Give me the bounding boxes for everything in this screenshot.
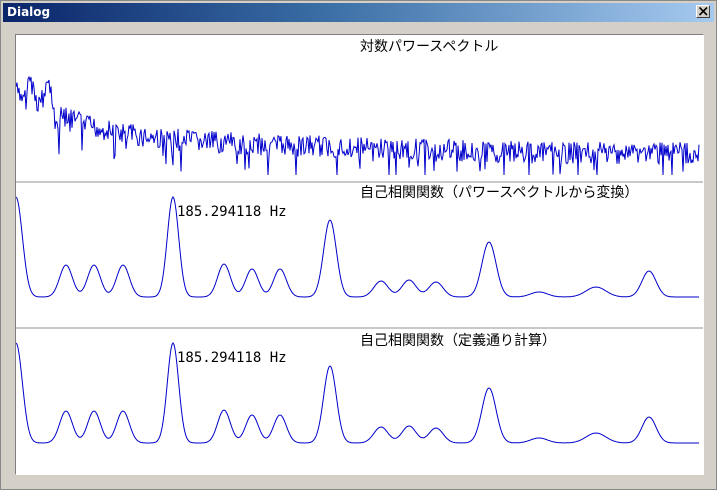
autocorr-fft-line <box>16 196 699 298</box>
title-bar[interactable]: Dialog <box>3 3 714 22</box>
autocorr-fft-plot <box>16 196 699 298</box>
window-title: Dialog <box>7 5 51 19</box>
close-button[interactable] <box>696 5 710 18</box>
log-power-spectrum-plot <box>16 75 700 176</box>
plot-area: 対数パワースペクトル 自己相関関数（パワースペクトルから変換） 185.2941… <box>15 34 704 475</box>
autocorr-direct-plot <box>16 342 699 444</box>
close-icon <box>699 7 708 16</box>
dialog-window: Dialog 対数パワースペクトル 自己相関関数（パワースペクトルから変換） 1… <box>0 0 717 490</box>
spectrum-line <box>16 75 700 176</box>
autocorr-direct-line <box>16 342 699 444</box>
